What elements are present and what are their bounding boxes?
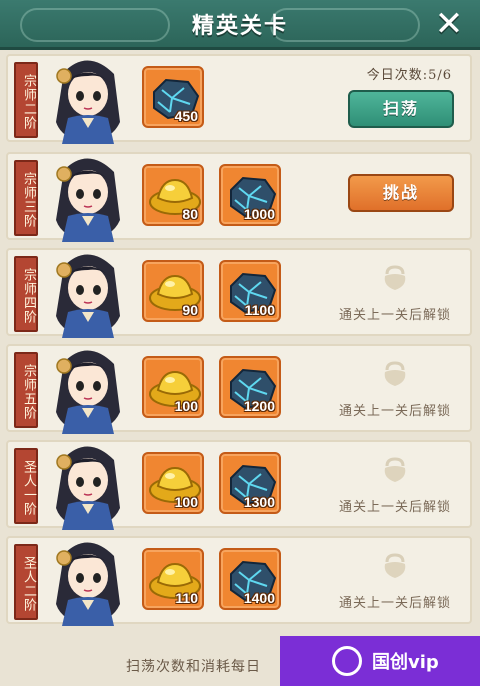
header-bar: 精英关卡 ✕ (0, 0, 480, 50)
reward-count: 1000 (243, 206, 275, 222)
page-title: 精英关卡 (191, 13, 288, 39)
locked-text: 通关上一关后解锁 (338, 404, 451, 419)
reward-item-gold-ingot[interactable]: 100 (142, 356, 204, 418)
reward-count: 1300 (243, 494, 275, 510)
reward-item-blue-ore[interactable]: 1100 (219, 260, 281, 322)
locked-text: 通关上一关后解锁 (338, 500, 451, 515)
reward-item-gold-ingot[interactable]: 110 (142, 548, 204, 610)
watermark-text: 国创vip (372, 652, 439, 673)
lock-icon (320, 264, 470, 296)
stage-row: 宗师三阶 80 1000 挑战 (6, 150, 472, 242)
watermark: 国创vip (280, 636, 480, 686)
reward-item-blue-ore[interactable]: 450 (142, 66, 204, 128)
daily-attempts: 今日次数:5/6 (366, 68, 452, 83)
reward-item-blue-ore[interactable]: 1000 (219, 164, 281, 226)
reward-item-gold-ingot[interactable]: 90 (142, 260, 204, 322)
lock-icon (320, 552, 470, 584)
reward-count: 100 (174, 398, 198, 414)
hero-portrait (42, 438, 134, 530)
close-icon[interactable]: ✕ (432, 7, 466, 41)
stage-rank-tag: 圣人二阶 (14, 544, 38, 620)
locked-status: 通关上一关后解锁 (320, 264, 470, 323)
watermark-logo-icon (332, 646, 362, 676)
reward-count: 1100 (244, 302, 275, 318)
stage-rank-tag: 宗师三阶 (14, 160, 38, 236)
footer-note: 扫荡次数和消耗每日 (126, 659, 261, 675)
reward-count: 1400 (243, 590, 275, 606)
sweep-button[interactable]: 扫荡 (348, 90, 454, 128)
reward-count: 450 (174, 108, 198, 124)
reward-count: 100 (174, 494, 198, 510)
locked-text: 通关上一关后解锁 (338, 596, 451, 611)
hero-portrait (42, 342, 134, 434)
reward-count: 110 (175, 590, 198, 606)
reward-count: 80 (182, 206, 198, 222)
stage-row: 宗师五阶 100 1200 通关上一关后解锁 (6, 342, 472, 434)
reward-item-blue-ore[interactable]: 1400 (219, 548, 281, 610)
hero-portrait (42, 246, 134, 338)
reward-item-gold-ingot[interactable]: 80 (142, 164, 204, 226)
stage-rank-tag: 宗师四阶 (14, 256, 38, 332)
stage-row: 圣人二阶 110 1400 通关上一关后解锁 (6, 534, 472, 626)
reward-item-gold-ingot[interactable]: 100 (142, 452, 204, 514)
lock-icon (320, 360, 470, 392)
hero-portrait (42, 150, 134, 242)
hero-portrait (42, 534, 134, 626)
stage-row: 宗师二阶 450 今日次数:5/6 扫荡 (6, 52, 472, 144)
locked-status: 通关上一关后解锁 (320, 552, 470, 611)
lock-icon (320, 456, 470, 488)
stage-row: 圣人一阶 100 1300 通关上一关后解锁 (6, 438, 472, 530)
challenge-button[interactable]: 挑战 (348, 174, 454, 212)
reward-item-blue-ore[interactable]: 1300 (219, 452, 281, 514)
reward-count: 90 (182, 302, 198, 318)
locked-text: 通关上一关后解锁 (338, 308, 451, 323)
locked-status: 通关上一关后解锁 (320, 456, 470, 515)
reward-count: 1200 (243, 398, 275, 414)
stage-rank-tag: 圣人一阶 (14, 448, 38, 524)
stage-row: 宗师四阶 90 1100 通关上一关后解锁 (6, 246, 472, 338)
locked-status: 通关上一关后解锁 (320, 360, 470, 419)
reward-item-blue-ore[interactable]: 1200 (219, 356, 281, 418)
hero-portrait (42, 52, 134, 144)
stage-rank-tag: 宗师二阶 (14, 62, 38, 138)
stage-rank-tag: 宗师五阶 (14, 352, 38, 428)
